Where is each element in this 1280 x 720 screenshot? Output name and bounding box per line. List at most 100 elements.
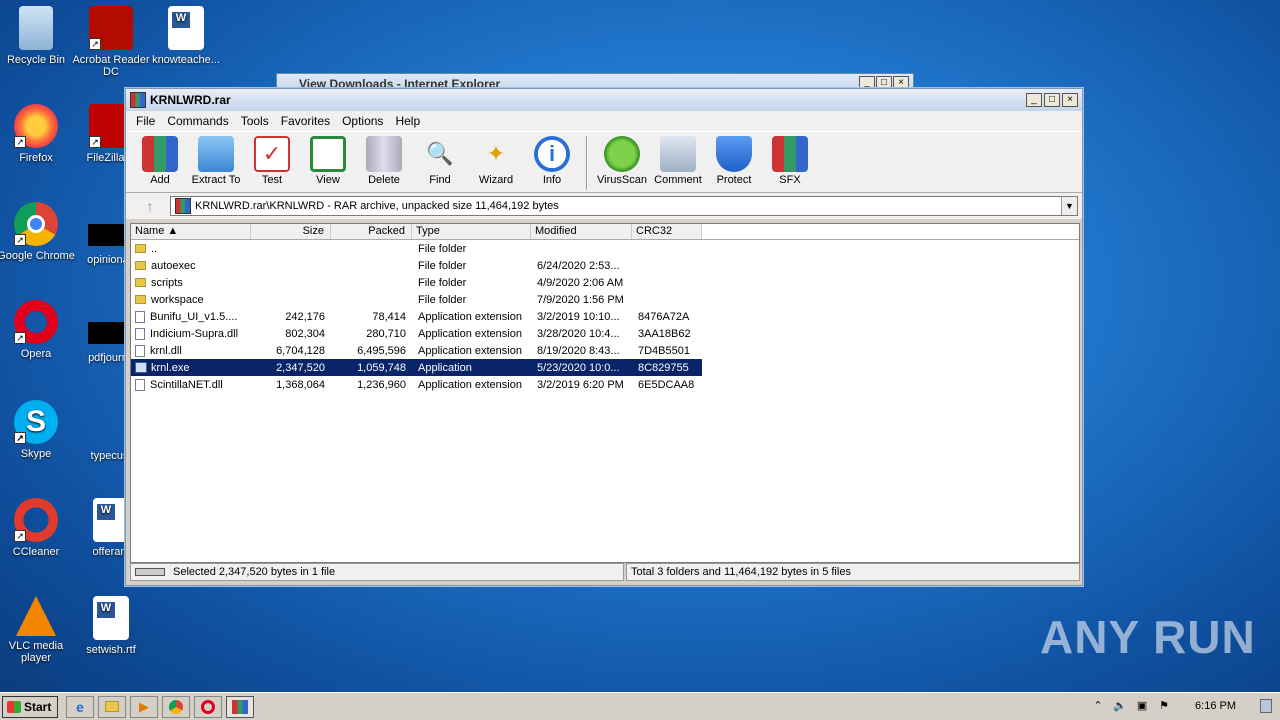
extract-to-button[interactable]: Extract To: [188, 136, 244, 186]
clock[interactable]: 6:16 PM: [1195, 700, 1236, 712]
sfx-icon: [772, 136, 808, 172]
drive-icon: [135, 568, 165, 576]
winrar-app-icon: [130, 92, 146, 108]
taskbar-chrome-button[interactable]: [162, 695, 190, 718]
comment-icon: [660, 136, 696, 172]
rar-archive-icon: [175, 198, 191, 214]
up-arrow-icon[interactable]: ↑: [130, 195, 170, 217]
folder-icon: [135, 295, 146, 304]
virusscan-button[interactable]: VirusScan: [594, 136, 650, 186]
anyrun-watermark: ANY RUN: [1040, 611, 1256, 663]
desktop-icon-chrome[interactable]: ↗ Google Chrome: [0, 202, 76, 262]
folder-icon: [105, 701, 119, 712]
delete-icon: [366, 136, 402, 172]
taskbar: Start e ▶ ⌃ 🔈 ▣ ⚑ 6:16 PM: [0, 692, 1280, 720]
find-button[interactable]: 🔍 Find: [412, 136, 468, 186]
column-header-type[interactable]: Type: [412, 224, 531, 239]
network-icon[interactable]: ▣: [1135, 699, 1149, 713]
table-row-selected[interactable]: krnl.exe 2,347,520 1,059,748 Application…: [131, 359, 702, 376]
table-row[interactable]: Indicium-Supra.dll 802,304 280,710 Appli…: [131, 325, 1079, 342]
desktop-icon-vlc[interactable]: VLC media player: [0, 596, 76, 664]
add-button[interactable]: Add: [132, 136, 188, 186]
menu-options[interactable]: Options: [336, 114, 389, 128]
menu-tools[interactable]: Tools: [235, 114, 275, 128]
desktop-icon-knowteacher[interactable]: W knowteache...: [146, 6, 226, 66]
protect-icon: [716, 136, 752, 172]
show-desktop-button[interactable]: [1260, 699, 1272, 713]
start-button[interactable]: Start: [2, 695, 58, 718]
show-hidden-icons-icon[interactable]: ⌃: [1091, 699, 1105, 713]
desktop-icon-skype[interactable]: S ↗ Skype: [0, 400, 76, 460]
table-row[interactable]: workspace File folder 7/9/2020 1:56 PM: [131, 291, 1079, 308]
table-row[interactable]: .. File folder: [131, 240, 1079, 257]
menu-file[interactable]: File: [130, 114, 161, 128]
column-header-size[interactable]: Size: [251, 224, 331, 239]
skype-icon: S ↗: [14, 400, 58, 444]
table-row[interactable]: scripts File folder 4/9/2020 2:06 AM: [131, 274, 1079, 291]
folder-icon: [135, 261, 146, 270]
table-row[interactable]: Bunifu_UI_v1.5.... 242,176 78,414 Applic…: [131, 308, 1079, 325]
maximize-button[interactable]: □: [1044, 93, 1060, 107]
file-list: Name ▲ Size Packed Type Modified CRC32 .…: [130, 223, 1080, 563]
chrome-icon: [169, 699, 183, 714]
window-titlebar[interactable]: KRNLWRD.rar _ □ ×: [126, 89, 1082, 111]
desktop-icon-opera[interactable]: ↗ Opera: [0, 300, 76, 360]
file-list-header: Name ▲ Size Packed Type Modified CRC32: [131, 224, 1079, 240]
toolbar: Add Extract To ✓ Test View Delete 🔍 Find…: [126, 131, 1082, 193]
info-icon: i: [534, 136, 570, 172]
system-tray: ⌃ 🔈 ▣ ⚑ 6:16 PM: [1091, 694, 1280, 718]
folder-icon: [135, 244, 146, 253]
vlc-icon: [16, 596, 56, 636]
status-left: Selected 2,347,520 bytes in 1 file: [130, 563, 624, 581]
minimize-button[interactable]: _: [1026, 93, 1042, 107]
view-button[interactable]: View: [300, 136, 356, 186]
menu-bar: File Commands Tools Favorites Options He…: [126, 111, 1082, 131]
desktop-icon-ccleaner[interactable]: ↗ CCleaner: [0, 498, 76, 558]
dll-file-icon: [135, 378, 145, 391]
desktop-icon-firefox[interactable]: ↗ Firefox: [0, 104, 76, 164]
delete-button[interactable]: Delete: [356, 136, 412, 186]
chevron-down-icon[interactable]: ▼: [1061, 197, 1077, 215]
column-header-packed[interactable]: Packed: [331, 224, 412, 239]
window-title: KRNLWRD.rar: [150, 93, 231, 107]
taskbar-ie-button[interactable]: e: [66, 695, 94, 718]
extract-icon: [198, 136, 234, 172]
volume-icon[interactable]: 🔈: [1113, 699, 1127, 713]
info-button[interactable]: i Info: [524, 136, 580, 186]
sfx-button[interactable]: SFX: [762, 136, 818, 186]
menu-help[interactable]: Help: [389, 114, 426, 128]
wizard-button[interactable]: ✦ Wizard: [468, 136, 524, 186]
view-icon: [310, 136, 346, 172]
column-header-name[interactable]: Name ▲: [131, 224, 251, 239]
taskbar-opera-button[interactable]: [194, 695, 222, 718]
word-doc-icon: W: [168, 6, 204, 50]
test-button[interactable]: ✓ Test: [244, 136, 300, 186]
table-row[interactable]: ScintillaNET.dll 1,368,064 1,236,960 App…: [131, 376, 1079, 393]
action-center-flag-icon[interactable]: ⚑: [1157, 699, 1171, 713]
folder-icon: [135, 278, 146, 287]
menu-commands[interactable]: Commands: [161, 114, 234, 128]
column-header-modified[interactable]: Modified: [531, 224, 632, 239]
close-button[interactable]: ×: [1062, 93, 1078, 107]
taskbar-winrar-button[interactable]: [226, 695, 254, 718]
winrar-window: KRNLWRD.rar _ □ × File Commands Tools Fa…: [125, 88, 1083, 586]
comment-button[interactable]: Comment: [650, 136, 706, 186]
ie-icon: e: [76, 698, 84, 715]
winrar-app-icon: [232, 699, 248, 714]
menu-favorites[interactable]: Favorites: [275, 114, 336, 128]
table-row[interactable]: krnl.dll 6,704,128 6,495,596 Application…: [131, 342, 1079, 359]
dll-file-icon: [135, 327, 145, 340]
taskbar-media-player-button[interactable]: ▶: [130, 695, 158, 718]
dll-file-icon: [135, 310, 145, 323]
wizard-icon: ✦: [486, 141, 506, 166]
desktop-icon-acrobat[interactable]: ↗ Acrobat Reader DC: [71, 6, 151, 78]
column-header-crc32[interactable]: CRC32: [632, 224, 702, 239]
table-row[interactable]: autoexec File folder 6/24/2020 2:53...: [131, 257, 1079, 274]
desktop-icon-recycle-bin[interactable]: Recycle Bin: [0, 6, 76, 66]
toolbar-separator: [586, 136, 588, 190]
protect-button[interactable]: Protect: [706, 136, 762, 186]
opera-icon: [201, 699, 215, 714]
taskbar-explorer-button[interactable]: [98, 695, 126, 718]
archive-path-field[interactable]: KRNLWRD.rar\KRNLWRD - RAR archive, unpac…: [170, 196, 1078, 216]
desktop-icon-setwish[interactable]: W setwish.rtf: [71, 596, 151, 656]
